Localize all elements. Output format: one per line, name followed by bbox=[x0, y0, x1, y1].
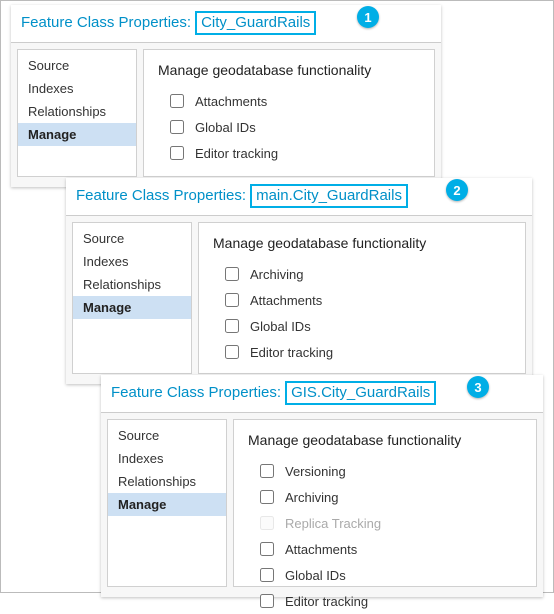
option-editor-tracking[interactable]: Editor tracking bbox=[166, 140, 420, 166]
tab-list: Source Indexes Relationships Manage bbox=[107, 419, 227, 587]
option-label: Archiving bbox=[285, 490, 338, 505]
option-attachments[interactable]: Attachments bbox=[256, 536, 522, 562]
option-label: Editor tracking bbox=[195, 146, 278, 161]
checkbox-editor-tracking[interactable] bbox=[260, 594, 274, 608]
dialog-body: Source Indexes Relationships Manage Mana… bbox=[66, 216, 532, 384]
option-label: Attachments bbox=[285, 542, 357, 557]
option-label: Global IDs bbox=[195, 120, 256, 135]
section-heading: Manage geodatabase functionality bbox=[158, 62, 420, 78]
option-attachments[interactable]: Attachments bbox=[166, 88, 420, 114]
tab-indexes[interactable]: Indexes bbox=[108, 447, 226, 470]
section-heading: Manage geodatabase functionality bbox=[213, 235, 511, 251]
callout-badge-3: 3 bbox=[467, 376, 489, 398]
option-label: Global IDs bbox=[250, 319, 311, 334]
option-archiving[interactable]: Archiving bbox=[256, 484, 522, 510]
option-label: Attachments bbox=[195, 94, 267, 109]
manage-pane: Manage geodatabase functionality Attachm… bbox=[143, 49, 435, 177]
checkbox-attachments[interactable] bbox=[170, 94, 184, 108]
checkbox-versioning[interactable] bbox=[260, 464, 274, 478]
option-global-ids[interactable]: Global IDs bbox=[221, 313, 511, 339]
callout-badge-2: 2 bbox=[446, 179, 468, 201]
option-editor-tracking[interactable]: Editor tracking bbox=[221, 339, 511, 365]
tab-indexes[interactable]: Indexes bbox=[73, 250, 191, 273]
section-heading: Manage geodatabase functionality bbox=[248, 432, 522, 448]
tab-source[interactable]: Source bbox=[18, 54, 136, 77]
option-label: Editor tracking bbox=[285, 594, 368, 609]
checkbox-global-ids[interactable] bbox=[225, 319, 239, 333]
option-replica-tracking: Replica Tracking bbox=[256, 510, 522, 536]
checkbox-attachments[interactable] bbox=[225, 293, 239, 307]
option-label: Replica Tracking bbox=[285, 516, 381, 531]
dialog-body: Source Indexes Relationships Manage Mana… bbox=[101, 413, 543, 597]
tab-manage[interactable]: Manage bbox=[73, 296, 191, 319]
option-attachments[interactable]: Attachments bbox=[221, 287, 511, 313]
manage-pane: Manage geodatabase functionality Archivi… bbox=[198, 222, 526, 374]
option-label: Editor tracking bbox=[250, 345, 333, 360]
tab-relationships[interactable]: Relationships bbox=[18, 100, 136, 123]
tab-indexes[interactable]: Indexes bbox=[18, 77, 136, 100]
checkbox-attachments[interactable] bbox=[260, 542, 274, 556]
checkbox-editor-tracking[interactable] bbox=[170, 146, 184, 160]
tab-relationships[interactable]: Relationships bbox=[108, 470, 226, 493]
feature-class-name-highlight: GIS.City_GuardRails bbox=[285, 381, 436, 405]
tab-list: Source Indexes Relationships Manage bbox=[72, 222, 192, 374]
checkbox-global-ids[interactable] bbox=[260, 568, 274, 582]
option-label: Global IDs bbox=[285, 568, 346, 583]
properties-dialog-1: Feature Class Properties: City_GuardRail… bbox=[11, 5, 441, 187]
dialog-title-prefix: Feature Class Properties: bbox=[111, 384, 281, 401]
callout-badge-1: 1 bbox=[357, 6, 379, 28]
tab-relationships[interactable]: Relationships bbox=[73, 273, 191, 296]
properties-dialog-2: Feature Class Properties: main.City_Guar… bbox=[66, 178, 532, 384]
option-editor-tracking[interactable]: Editor tracking bbox=[256, 588, 522, 614]
tab-source[interactable]: Source bbox=[73, 227, 191, 250]
dialog-title-prefix: Feature Class Properties: bbox=[76, 187, 246, 204]
tab-manage[interactable]: Manage bbox=[18, 123, 136, 146]
option-label: Versioning bbox=[285, 464, 346, 479]
option-global-ids[interactable]: Global IDs bbox=[256, 562, 522, 588]
checkbox-replica-tracking bbox=[260, 516, 274, 530]
feature-class-name-highlight: main.City_GuardRails bbox=[250, 184, 408, 208]
option-archiving[interactable]: Archiving bbox=[221, 261, 511, 287]
option-global-ids[interactable]: Global IDs bbox=[166, 114, 420, 140]
properties-dialog-3: Feature Class Properties: GIS.City_Guard… bbox=[101, 375, 543, 597]
checkbox-archiving[interactable] bbox=[260, 490, 274, 504]
option-label: Archiving bbox=[250, 267, 303, 282]
tab-list: Source Indexes Relationships Manage bbox=[17, 49, 137, 177]
stage: Feature Class Properties: City_GuardRail… bbox=[0, 0, 554, 593]
checkbox-archiving[interactable] bbox=[225, 267, 239, 281]
tab-manage[interactable]: Manage bbox=[108, 493, 226, 516]
dialog-title-prefix: Feature Class Properties: bbox=[21, 14, 191, 31]
checkbox-global-ids[interactable] bbox=[170, 120, 184, 134]
dialog-body: Source Indexes Relationships Manage Mana… bbox=[11, 43, 441, 187]
option-versioning[interactable]: Versioning bbox=[256, 458, 522, 484]
feature-class-name-highlight: City_GuardRails bbox=[195, 11, 316, 35]
manage-pane: Manage geodatabase functionality Version… bbox=[233, 419, 537, 587]
tab-source[interactable]: Source bbox=[108, 424, 226, 447]
option-label: Attachments bbox=[250, 293, 322, 308]
checkbox-editor-tracking[interactable] bbox=[225, 345, 239, 359]
